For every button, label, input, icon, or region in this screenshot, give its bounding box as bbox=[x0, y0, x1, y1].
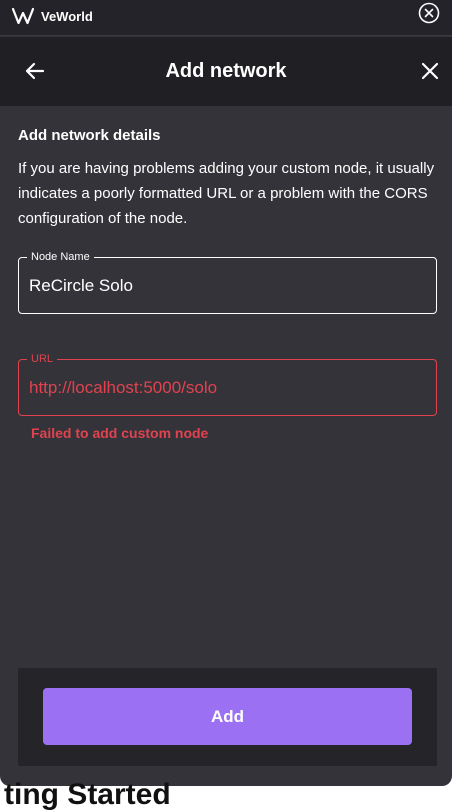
popup-window: VeWorld Add network Add network details … bbox=[0, 0, 452, 786]
url-error-message: Failed to add custom node bbox=[31, 425, 209, 441]
page-title: Add network bbox=[165, 60, 287, 82]
help-description: If you are having problems adding your c… bbox=[18, 160, 435, 227]
close-icon[interactable] bbox=[418, 59, 442, 83]
modal-header: Add network bbox=[0, 37, 452, 106]
url-input[interactable] bbox=[29, 374, 424, 401]
veworld-logo-icon bbox=[12, 7, 34, 25]
background-page-heading: ting Started bbox=[4, 778, 171, 811]
section-title: Add network details bbox=[18, 127, 161, 144]
circle-close-icon[interactable] bbox=[418, 2, 440, 24]
node-name-input[interactable] bbox=[29, 272, 424, 299]
url-field[interactable]: URL bbox=[18, 352, 437, 416]
add-button[interactable]: Add bbox=[43, 688, 412, 745]
node-name-field[interactable]: Node Name bbox=[18, 250, 437, 314]
url-label: URL bbox=[27, 352, 58, 366]
app-title: VeWorld bbox=[41, 9, 93, 24]
modal-footer: Add bbox=[18, 668, 437, 766]
title-bar: VeWorld bbox=[0, 0, 452, 36]
node-name-label: Node Name bbox=[27, 250, 94, 264]
